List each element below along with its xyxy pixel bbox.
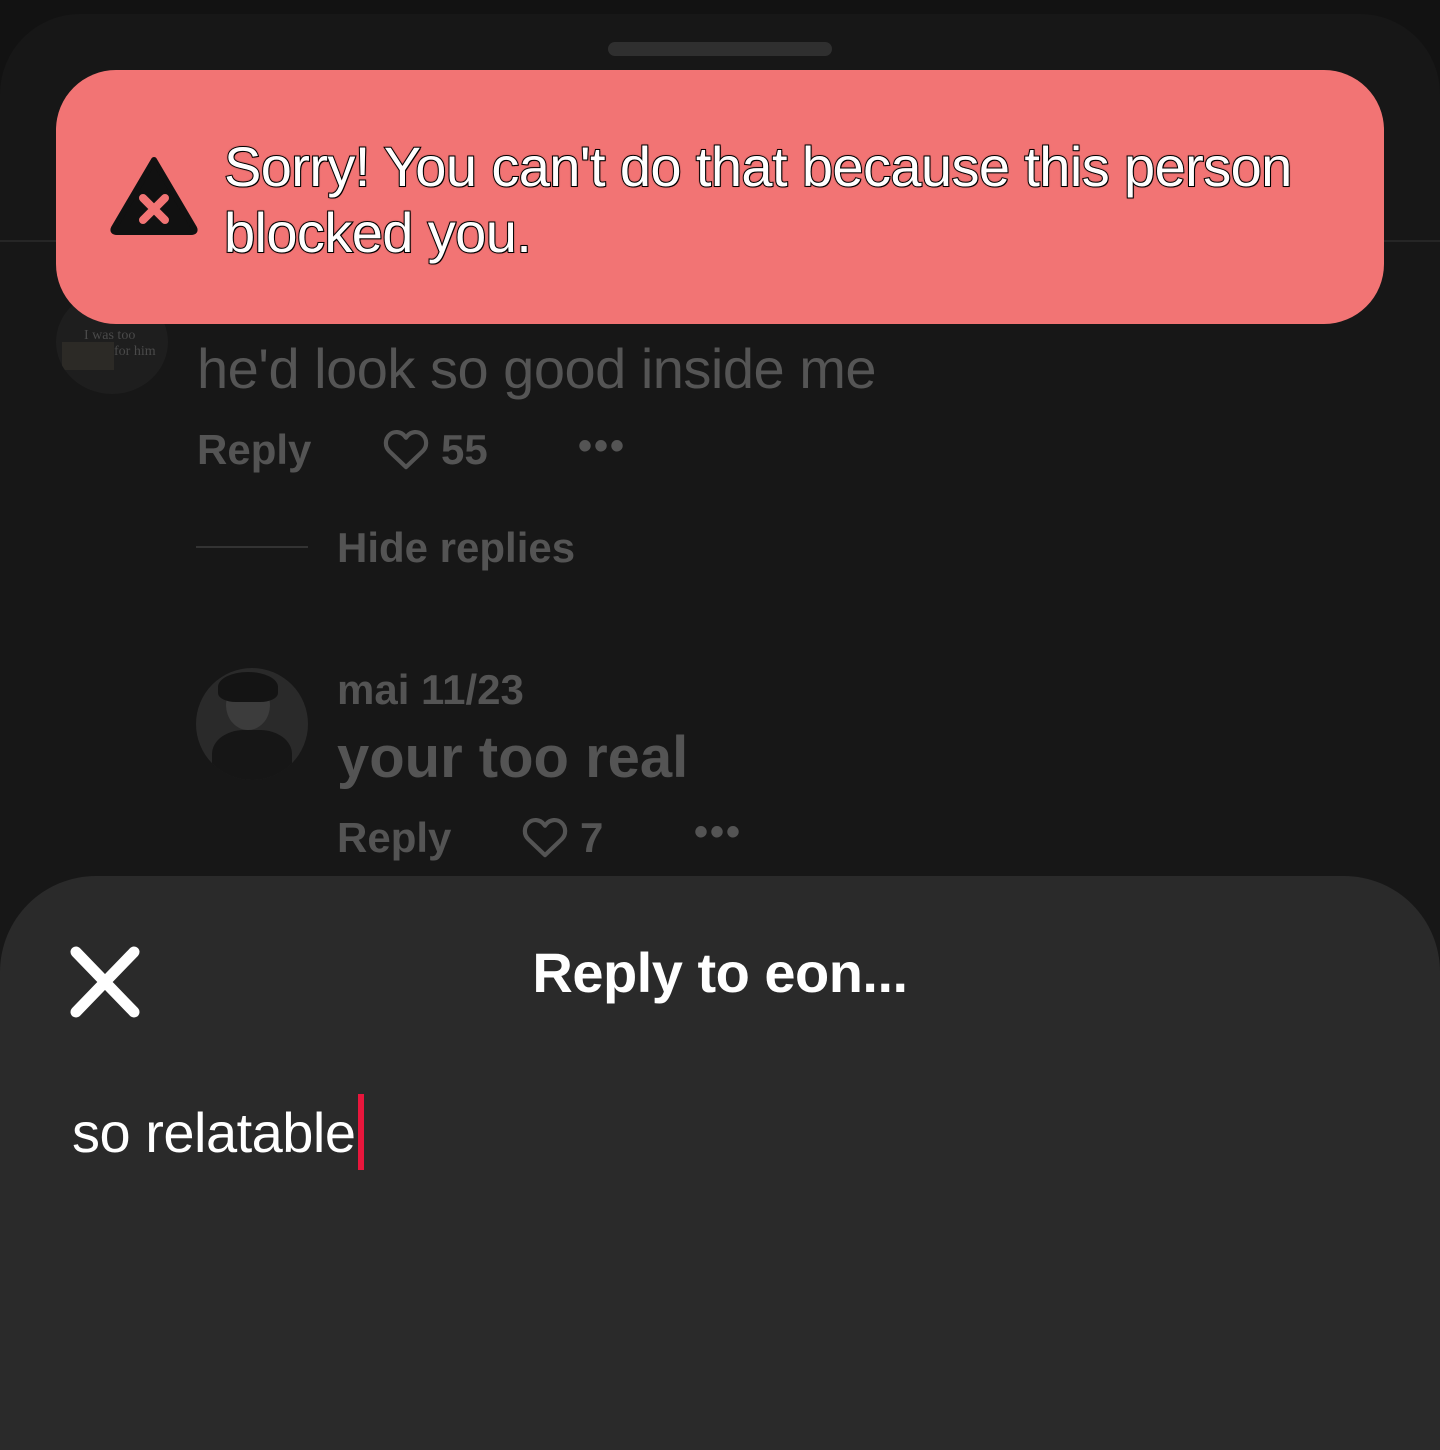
composer-title: Reply to eon...	[532, 941, 908, 1004]
reply-author[interactable]: mai 11/23	[337, 666, 524, 714]
more-options-icon[interactable]: •••	[694, 810, 742, 855]
heart-icon[interactable]	[383, 428, 429, 470]
avatar-image	[62, 342, 114, 370]
more-options-icon[interactable]: •••	[578, 424, 626, 469]
like-count: 55	[441, 426, 488, 473]
reply-reply-button[interactable]: Reply	[337, 814, 451, 862]
reply-input[interactable]: so relatable	[72, 1090, 1372, 1174]
avatar-hair	[218, 672, 278, 702]
sheet-grabber[interactable]	[608, 42, 832, 56]
toast-message: Sorry! You can't do that because this pe…	[223, 134, 1293, 265]
comment-text: he'd look so good inside me	[197, 337, 876, 400]
avatar-caption-1: I was too	[84, 328, 136, 343]
reply-input-value: so relatable	[72, 1100, 356, 1164]
hide-replies-line	[196, 546, 308, 548]
hide-replies-button[interactable]: Hide replies	[337, 524, 575, 572]
text-caret	[357, 1094, 364, 1170]
like-count: 7	[580, 814, 604, 861]
blocked-error-toast[interactable]: Sorry! You can't do that because this pe…	[56, 70, 1384, 324]
reply-text: your too real	[337, 725, 689, 790]
avatar-body	[212, 730, 292, 780]
comment-reply-button[interactable]: Reply	[197, 426, 311, 474]
avatar-caption-2: for him	[114, 344, 156, 359]
warning-x-icon	[110, 154, 198, 236]
heart-icon[interactable]	[522, 816, 568, 858]
reply-avatar[interactable]	[196, 668, 308, 780]
